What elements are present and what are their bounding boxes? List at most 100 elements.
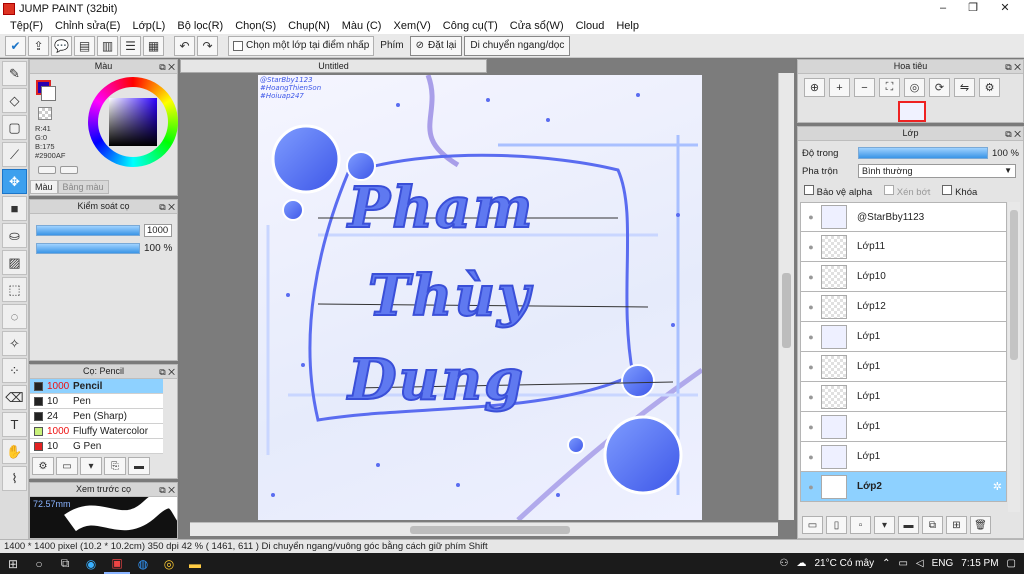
search-icon[interactable]: ○ (26, 553, 52, 574)
new-layer-icon[interactable]: ▭ (802, 516, 823, 534)
lock-checkbox[interactable]: Khóa (942, 185, 977, 198)
volume-icon[interactable]: ◁ (916, 558, 924, 569)
navigator-thumbnail[interactable] (898, 101, 926, 122)
duplicate-layer-icon[interactable]: ⧉ (922, 516, 943, 534)
windows-start-icon[interactable]: ⊞ (0, 553, 26, 574)
layer-visibility-icon[interactable]: ● (801, 212, 821, 222)
task-view-icon[interactable]: ⧉ (52, 553, 78, 574)
new-folder-icon[interactable]: ▬ (898, 516, 919, 534)
layer-visibility-icon[interactable]: ● (801, 452, 821, 462)
zoom-in-icon[interactable]: + (829, 78, 850, 97)
new-brush-icon[interactable]: ▭ (56, 457, 78, 475)
panel-close-icon[interactable]: ⧉ ✕ (159, 484, 175, 497)
rectangle-tool-icon[interactable]: ▢ (2, 115, 27, 140)
menu-filter[interactable]: Bộ lọc(R) (171, 20, 229, 32)
undo-icon[interactable]: ↶ (174, 35, 195, 56)
layer-visibility-icon[interactable]: ● (801, 302, 821, 312)
people-icon[interactable]: ⚇ (780, 558, 789, 569)
chat-app-icon[interactable]: ◍ (130, 553, 156, 574)
hue-wheel[interactable] (88, 77, 178, 167)
zoom-out-icon[interactable]: − (854, 78, 875, 97)
maximize-button[interactable]: ❐ (958, 0, 988, 17)
move-tool-icon[interactable]: ✥ (2, 169, 27, 194)
move-direction-button[interactable]: Di chuyển ngang/dọc (464, 35, 571, 56)
panel-close-icon[interactable]: ⧉ ✕ (159, 366, 175, 379)
opacity-slider[interactable] (36, 243, 140, 254)
rotate-icon[interactable]: ⟳ (929, 78, 950, 97)
layer-row[interactable]: ● Lớp10 (800, 262, 1007, 292)
layer-row[interactable]: ● Lớp2 ✲ (800, 472, 1007, 502)
tray-arrow-icon[interactable]: ⌃ (882, 558, 890, 569)
brush-item[interactable]: 1000 Pencil (30, 379, 163, 394)
actual-size-icon[interactable]: ⛶ (879, 78, 900, 97)
new-vector-layer-icon[interactable]: ▫ (850, 516, 871, 534)
layer-row[interactable]: ● Lớp11 (800, 232, 1007, 262)
canvas-vertical-scrollbar[interactable] (778, 73, 794, 520)
eyedropper-tool-icon[interactable]: ⌇ (2, 466, 27, 491)
brush-dropdown-icon[interactable]: ▾ (80, 457, 102, 475)
layer-row[interactable]: ● Lớp1 (800, 322, 1007, 352)
layer-visibility-icon[interactable]: ● (801, 392, 821, 402)
color-mini-button-1[interactable] (38, 166, 56, 174)
layer-scrollbar[interactable] (1008, 202, 1020, 512)
clip-checkbox[interactable]: Xén bớt (884, 185, 930, 198)
layer-row[interactable]: ● Lớp12 (800, 292, 1007, 322)
hscroll-thumb[interactable] (410, 526, 570, 534)
pick-layer-checkbox[interactable]: Chọn một lớp tại điểm nhấp (228, 35, 375, 56)
size-value[interactable]: 1000 (144, 224, 172, 237)
jump-paint-taskbar-icon[interactable]: ▣ (104, 553, 130, 574)
transparent-color-swatch[interactable] (38, 107, 52, 120)
select-rect-icon[interactable]: ⬚ (2, 277, 27, 302)
line-tool-icon[interactable]: ⟋ (2, 142, 27, 167)
select-eraser-icon[interactable]: ⌫ (2, 385, 27, 410)
tab-color[interactable]: Màu (30, 180, 58, 194)
close-button[interactable]: ✕ (990, 0, 1020, 17)
panel-close-icon[interactable]: ⧉ ✕ (159, 201, 175, 214)
layer-row[interactable]: ● Lớp1 (800, 352, 1007, 382)
magic-wand-icon[interactable]: ✧ (2, 331, 27, 356)
size-slider[interactable] (36, 225, 140, 236)
layer-visibility-icon[interactable]: ● (801, 332, 821, 342)
brush-folder-icon[interactable]: ▬ (128, 457, 150, 475)
network-icon[interactable]: ▭ (898, 558, 907, 569)
lasso-tool-icon[interactable]: ◌ (2, 304, 27, 329)
fit-window-icon[interactable]: ◎ (904, 78, 925, 97)
layer-opacity-slider[interactable] (858, 147, 988, 159)
nav-settings-icon[interactable]: ⚙ (979, 78, 1000, 97)
text-tool-icon[interactable]: T (2, 412, 27, 437)
new-raster-layer-icon[interactable]: ▯ (826, 516, 847, 534)
document-icon[interactable]: ▥ (97, 35, 118, 56)
color-mini-button-2[interactable] (60, 166, 78, 174)
canvas-tab[interactable]: Untitled (180, 59, 487, 73)
folder-icon[interactable]: ▬ (182, 553, 208, 574)
chrome-icon[interactable]: ◎ (156, 553, 182, 574)
export-icon[interactable]: ⇪ (28, 35, 49, 56)
menu-layer[interactable]: Lớp(L) (126, 20, 171, 32)
edge-icon[interactable]: ◉ (78, 553, 104, 574)
menu-select[interactable]: Chọn(S) (229, 20, 282, 32)
copy-brush-icon[interactable]: ⎘ (104, 457, 126, 475)
canvas-horizontal-scrollbar[interactable] (190, 522, 778, 536)
layer-row[interactable]: ● Lớp1 (800, 412, 1007, 442)
artwork-canvas[interactable]: @StarBby1123 #HoangThienSon #Hoiuap247 P… (258, 75, 702, 520)
layer-row[interactable]: ● Lớp1 (800, 382, 1007, 412)
blend-mode-select[interactable]: Bình thường ▼ (858, 164, 1016, 178)
saturation-value-square[interactable] (109, 98, 157, 146)
reset-button[interactable]: ⊘ Đặt lại (409, 35, 463, 56)
hand-tool-icon[interactable]: ✋ (2, 439, 27, 464)
brush-item[interactable]: 10 G Pen (30, 439, 163, 454)
layer-scroll-thumb[interactable] (1010, 210, 1018, 360)
panel-close-icon[interactable]: ⧉ ✕ (1005, 61, 1021, 74)
brush-tool-icon[interactable]: ✎ (2, 61, 27, 86)
menu-cloud[interactable]: Cloud (570, 20, 611, 32)
brush-mode-icon[interactable]: ✔ (5, 35, 26, 56)
menu-capture[interactable]: Chụp(N) (282, 20, 336, 32)
menu-tools[interactable]: Công cụ(T) (437, 20, 504, 32)
grid-icon[interactable]: ▦ (143, 35, 164, 56)
layer-dropdown-icon[interactable]: ▾ (874, 516, 895, 534)
message-icon[interactable]: ▤ (74, 35, 95, 56)
weather-text[interactable]: 21°C Có mây (815, 558, 875, 569)
vscroll-thumb[interactable] (782, 273, 791, 348)
panel-close-icon[interactable]: ⧉ ✕ (1005, 128, 1021, 141)
lock-alpha-checkbox[interactable]: Bảo vệ alpha (804, 185, 872, 198)
